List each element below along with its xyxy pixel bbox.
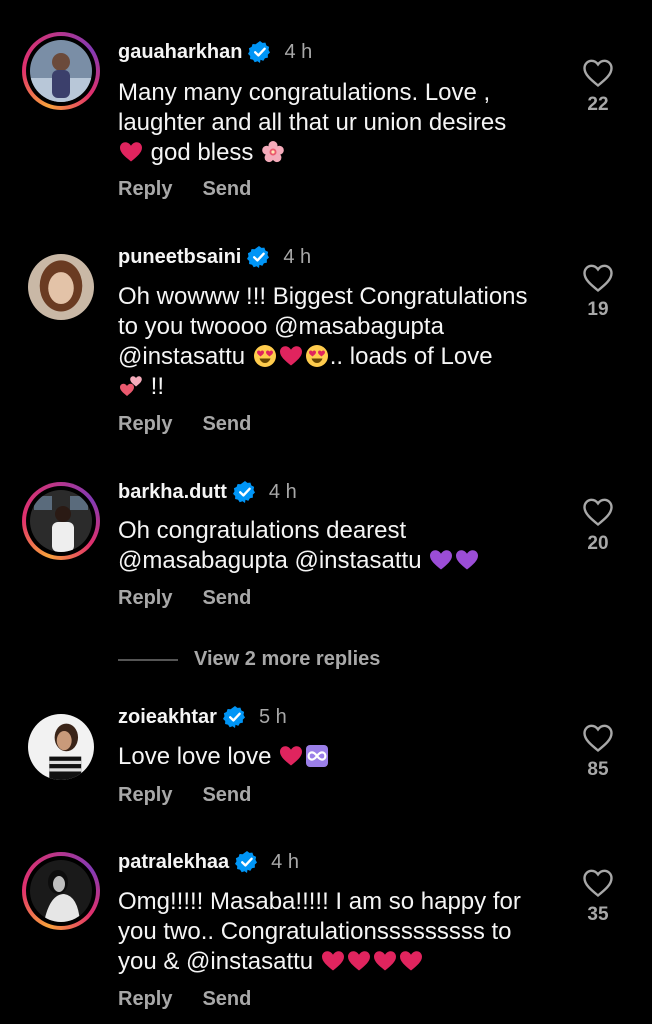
send-button[interactable]: Send — [202, 988, 251, 1011]
verified-badge-icon — [247, 245, 271, 269]
avatar-story-ring[interactable] — [22, 852, 100, 930]
avatar — [28, 254, 94, 320]
timestamp: 4 h — [284, 40, 313, 63]
red-heart-emoji-icon — [279, 344, 303, 368]
comment-text: Many many congratulations. Love , laught… — [118, 79, 507, 166]
send-button[interactable]: Send — [202, 784, 251, 807]
avatar — [30, 40, 92, 102]
like-count: 20 — [587, 533, 609, 554]
comment-text: Love love love — [118, 742, 558, 772]
red-heart-emoji-icon — [347, 949, 371, 973]
like-heart-icon[interactable] — [582, 497, 614, 527]
username[interactable]: patralekhaa — [118, 851, 229, 874]
like-count: 35 — [587, 904, 609, 925]
comment-text: Oh congratulations dearest @masabagupta … — [118, 516, 558, 576]
verified-badge-icon — [223, 705, 247, 729]
red-heart-emoji-icon — [399, 949, 423, 973]
username[interactable]: barkha.dutt — [118, 481, 227, 504]
timestamp: 4 h — [271, 850, 299, 873]
timestamp: 4 h — [268, 480, 297, 503]
verified-badge-icon — [233, 480, 257, 504]
verified-badge-icon — [248, 40, 272, 64]
avatar-story-ring[interactable] — [22, 32, 100, 110]
like-heart-icon[interactable] — [582, 723, 614, 753]
reply-button[interactable]: Reply — [118, 178, 172, 201]
red-heart-emoji-icon — [321, 949, 345, 973]
view-more-replies-label: View 2 more replies — [194, 648, 381, 670]
avatar — [30, 490, 92, 552]
avatar-frame[interactable] — [22, 708, 100, 786]
purple-heart-emoji-icon — [429, 548, 453, 572]
heart-eyes-emoji-icon — [253, 344, 277, 368]
send-button[interactable]: Send — [202, 178, 251, 201]
red-heart-emoji-icon — [279, 744, 303, 768]
reply-button[interactable]: Reply — [118, 988, 172, 1011]
like-count: 85 — [587, 759, 609, 780]
send-button[interactable]: Send — [202, 413, 251, 436]
verified-badge-icon — [235, 850, 259, 874]
like-heart-icon[interactable] — [582, 263, 614, 293]
like-heart-icon[interactable] — [582, 868, 614, 898]
username[interactable]: gauaharkhan — [118, 41, 242, 64]
two-hearts-emoji-icon — [119, 374, 143, 398]
purple-heart-emoji-icon — [455, 548, 479, 572]
avatar — [28, 714, 94, 780]
heart-eyes-emoji-icon — [305, 344, 329, 368]
send-button[interactable]: Send — [202, 587, 251, 610]
view-more-replies-button[interactable]: View 2 more replies — [118, 648, 380, 671]
reply-button[interactable]: Reply — [118, 587, 172, 610]
like-count: 22 — [587, 94, 609, 115]
like-count: 19 — [587, 299, 609, 320]
timestamp: 4 h — [283, 245, 312, 268]
comment-text: Oh wowww !!! Biggest Congratulations to … — [118, 283, 528, 400]
reply-button[interactable]: Reply — [118, 413, 172, 436]
timestamp: 5 h — [258, 705, 287, 728]
avatar-frame[interactable] — [22, 248, 100, 326]
divider-line — [118, 658, 178, 661]
red-heart-emoji-icon — [119, 140, 143, 164]
like-heart-icon[interactable] — [582, 58, 614, 88]
avatar — [30, 860, 92, 922]
username[interactable]: puneetbsaini — [118, 246, 241, 269]
infinity-emoji-icon — [305, 744, 329, 768]
username[interactable]: zoieakhtar — [118, 706, 217, 729]
avatar-story-ring[interactable] — [22, 482, 100, 560]
comment-text: Omg!!!!! Masaba!!!!! I am so happy for y… — [118, 888, 521, 975]
cherry-blossom-emoji-icon — [261, 140, 285, 164]
reply-button[interactable]: Reply — [118, 784, 172, 807]
red-heart-emoji-icon — [373, 949, 397, 973]
